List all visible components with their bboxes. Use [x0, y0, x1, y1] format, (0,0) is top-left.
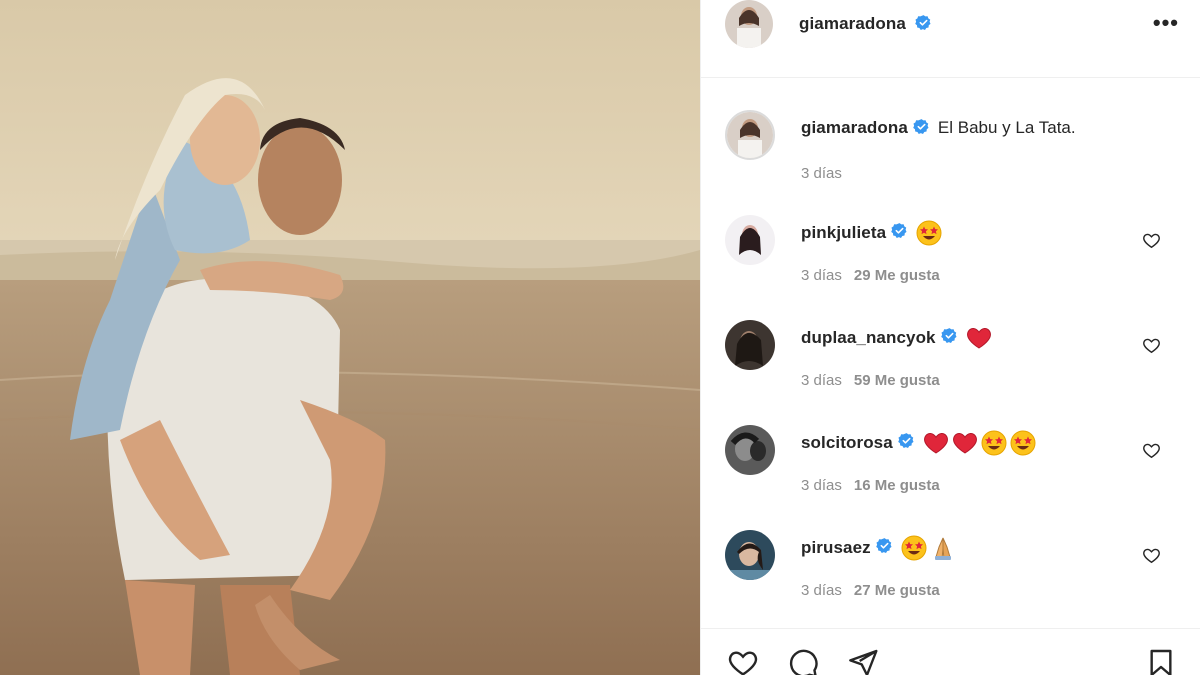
caption-author-avatar[interactable] — [725, 110, 775, 160]
post-action-bar — [701, 628, 1200, 675]
commenter-avatar[interactable] — [725, 215, 775, 265]
folded-hands-emoji-icon — [934, 537, 951, 560]
comment-icon[interactable] — [785, 647, 821, 675]
commenter-avatar[interactable] — [725, 320, 775, 370]
comment-likes[interactable]: 16 Me gusta — [854, 477, 940, 494]
commenter-avatar[interactable] — [725, 530, 775, 580]
red-heart-emoji-icon — [952, 432, 977, 454]
caption-line: giamaradona El Babu y La Tata. — [801, 118, 1076, 140]
comment-likes[interactable]: 59 Me gusta — [854, 372, 940, 389]
comment-item: solcitorosa 3 días 16 Me gusta — [701, 425, 1200, 525]
commenter-avatar[interactable] — [725, 425, 775, 475]
comment-timestamp[interactable]: 3 días — [801, 477, 842, 494]
beach-photo-image — [0, 0, 700, 675]
star-struck-emoji-icon — [916, 220, 942, 246]
verified-badge-icon — [891, 222, 908, 244]
paper-plane-icon[interactable] — [845, 647, 881, 675]
verified-badge-icon — [940, 327, 958, 349]
comment-timestamp[interactable]: 3 días — [801, 267, 842, 284]
comment-timestamp[interactable]: 3 días — [801, 372, 842, 389]
comment-like-heart-icon[interactable] — [1142, 231, 1161, 250]
verified-badge-icon — [915, 14, 932, 36]
red-heart-emoji-icon — [923, 432, 948, 454]
author-avatar[interactable] — [725, 0, 773, 48]
comment-timestamp[interactable]: 3 días — [801, 582, 842, 599]
comment-username[interactable]: duplaa_nancyok — [801, 328, 936, 348]
bookmark-icon[interactable] — [1145, 647, 1177, 675]
comment-likes[interactable]: 29 Me gusta — [854, 267, 940, 284]
verified-badge-icon — [913, 118, 930, 140]
comment-like-heart-icon[interactable] — [1142, 441, 1161, 460]
post-header: giamaradona ••• — [701, 0, 1200, 78]
star-struck-emoji-icon — [1010, 430, 1036, 456]
caption-timestamp[interactable]: 3 días — [801, 165, 842, 182]
comment-username[interactable]: solcitorosa — [801, 433, 893, 453]
comment-item: duplaa_nancyok 3 días 59 Me gusta — [701, 320, 1200, 420]
post-photo[interactable] — [0, 0, 700, 675]
heart-icon[interactable] — [725, 647, 761, 675]
comment-likes[interactable]: 27 Me gusta — [854, 582, 940, 599]
comment-item: pirusaez 3 días 27 Me gusta — [701, 530, 1200, 630]
verified-badge-icon — [898, 432, 915, 454]
caption-username[interactable]: giamaradona — [801, 118, 908, 137]
comment-like-heart-icon[interactable] — [1142, 546, 1161, 565]
comment-username[interactable]: pinkjulieta — [801, 223, 886, 243]
verified-badge-icon — [875, 537, 893, 559]
red-heart-emoji-icon — [966, 327, 991, 349]
post-side-panel: giamaradona ••• giamaradona El Babu y La … — [700, 0, 1200, 675]
post-caption: giamaradona El Babu y La Tata. 3 días — [701, 108, 1200, 188]
star-struck-emoji-icon — [901, 535, 927, 561]
author-name-row: giamaradona — [799, 14, 932, 36]
author-username[interactable]: giamaradona — [799, 14, 906, 33]
caption-text: El Babu y La Tata. — [937, 118, 1076, 137]
comment-username[interactable]: pirusaez — [801, 538, 871, 558]
comment-item: pinkjulieta 3 días 29 Me gusta — [701, 215, 1200, 315]
more-options-icon[interactable]: ••• — [1153, 12, 1179, 34]
star-struck-emoji-icon — [981, 430, 1007, 456]
comment-like-heart-icon[interactable] — [1142, 336, 1161, 355]
